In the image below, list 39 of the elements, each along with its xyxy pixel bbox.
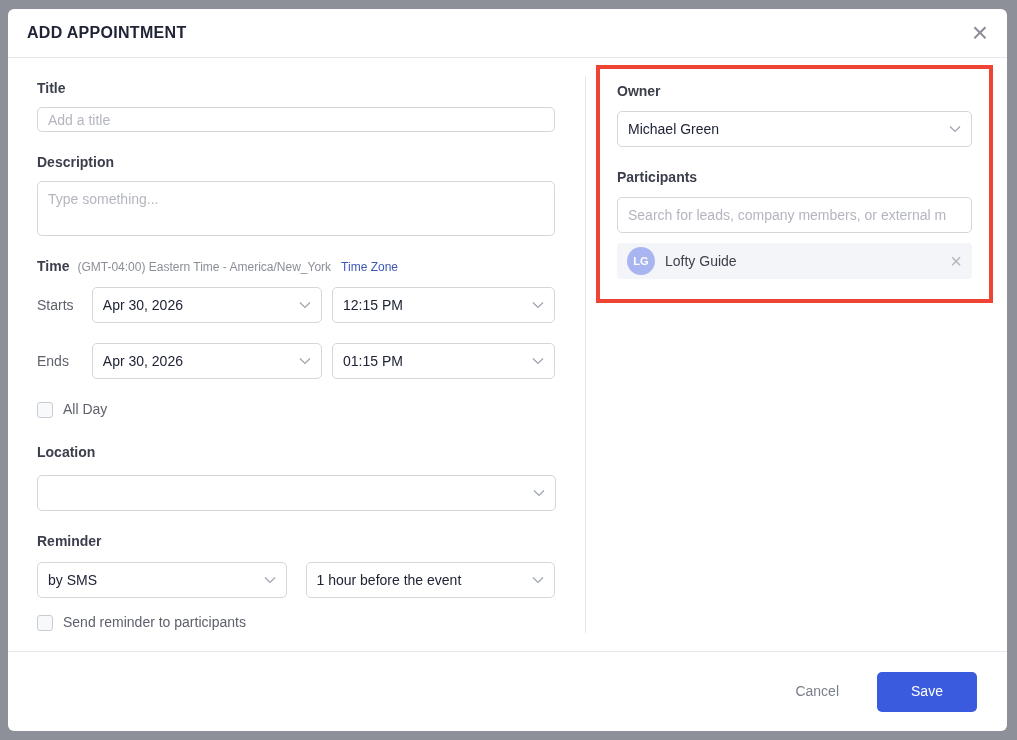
checkbox-label: All Day (63, 400, 108, 419)
field-label: Reminder (37, 532, 103, 551)
reminder-time-select[interactable]: 1 hour before the event (305, 562, 555, 598)
participant-name: Lofty Guide (665, 251, 738, 271)
time-zone-link[interactable]: Time Zone (341, 258, 398, 276)
chevron-down-icon (263, 576, 276, 584)
row-label: Ends (37, 351, 70, 371)
reminder-method-select[interactable]: by SMS (37, 562, 287, 598)
checkbox[interactable] (37, 614, 53, 631)
title-input[interactable]: Add a title (37, 107, 555, 133)
date-select[interactable]: Apr 30, 2026 (91, 343, 322, 379)
field-label: Owner (617, 82, 662, 101)
chevron-down-icon (949, 125, 961, 133)
field-label: Participants (617, 168, 699, 187)
checkbox[interactable] (37, 401, 53, 418)
field-label: Description (37, 153, 115, 173)
chevron-down-icon (532, 357, 544, 365)
chevron-down-icon (532, 576, 544, 584)
save-button[interactable]: Save (877, 671, 977, 712)
description-textarea[interactable]: Type something... (37, 181, 555, 236)
field-label: Title (37, 79, 67, 98)
timezone-text: (GMT-04:00) Eastern Time - America/New_York (77, 259, 332, 276)
owner-select[interactable]: Michael Green (617, 111, 972, 147)
cancel-button[interactable]: Cancel (795, 681, 839, 702)
location-select[interactable] (37, 475, 556, 511)
checkbox-label: Send reminder to participants (63, 613, 246, 632)
participants-search-field[interactable]: Search for leads, company members, or external m (617, 197, 972, 233)
chevron-down-icon (299, 357, 311, 365)
chevron-down-icon (532, 301, 544, 309)
avatar: LG (627, 247, 655, 275)
time-select[interactable]: 12:15 PM (332, 287, 555, 323)
field-label: Location (37, 443, 97, 462)
chevron-down-icon (299, 301, 311, 309)
chevron-down-icon (533, 489, 545, 497)
row-label: Starts (37, 295, 75, 315)
time-select[interactable]: 01:15 PM (332, 343, 555, 379)
date-select[interactable]: Apr 30, 2026 (91, 287, 322, 323)
field-label: Time (37, 257, 70, 276)
dialog-title: ADD APPOINTMENT (27, 23, 187, 43)
